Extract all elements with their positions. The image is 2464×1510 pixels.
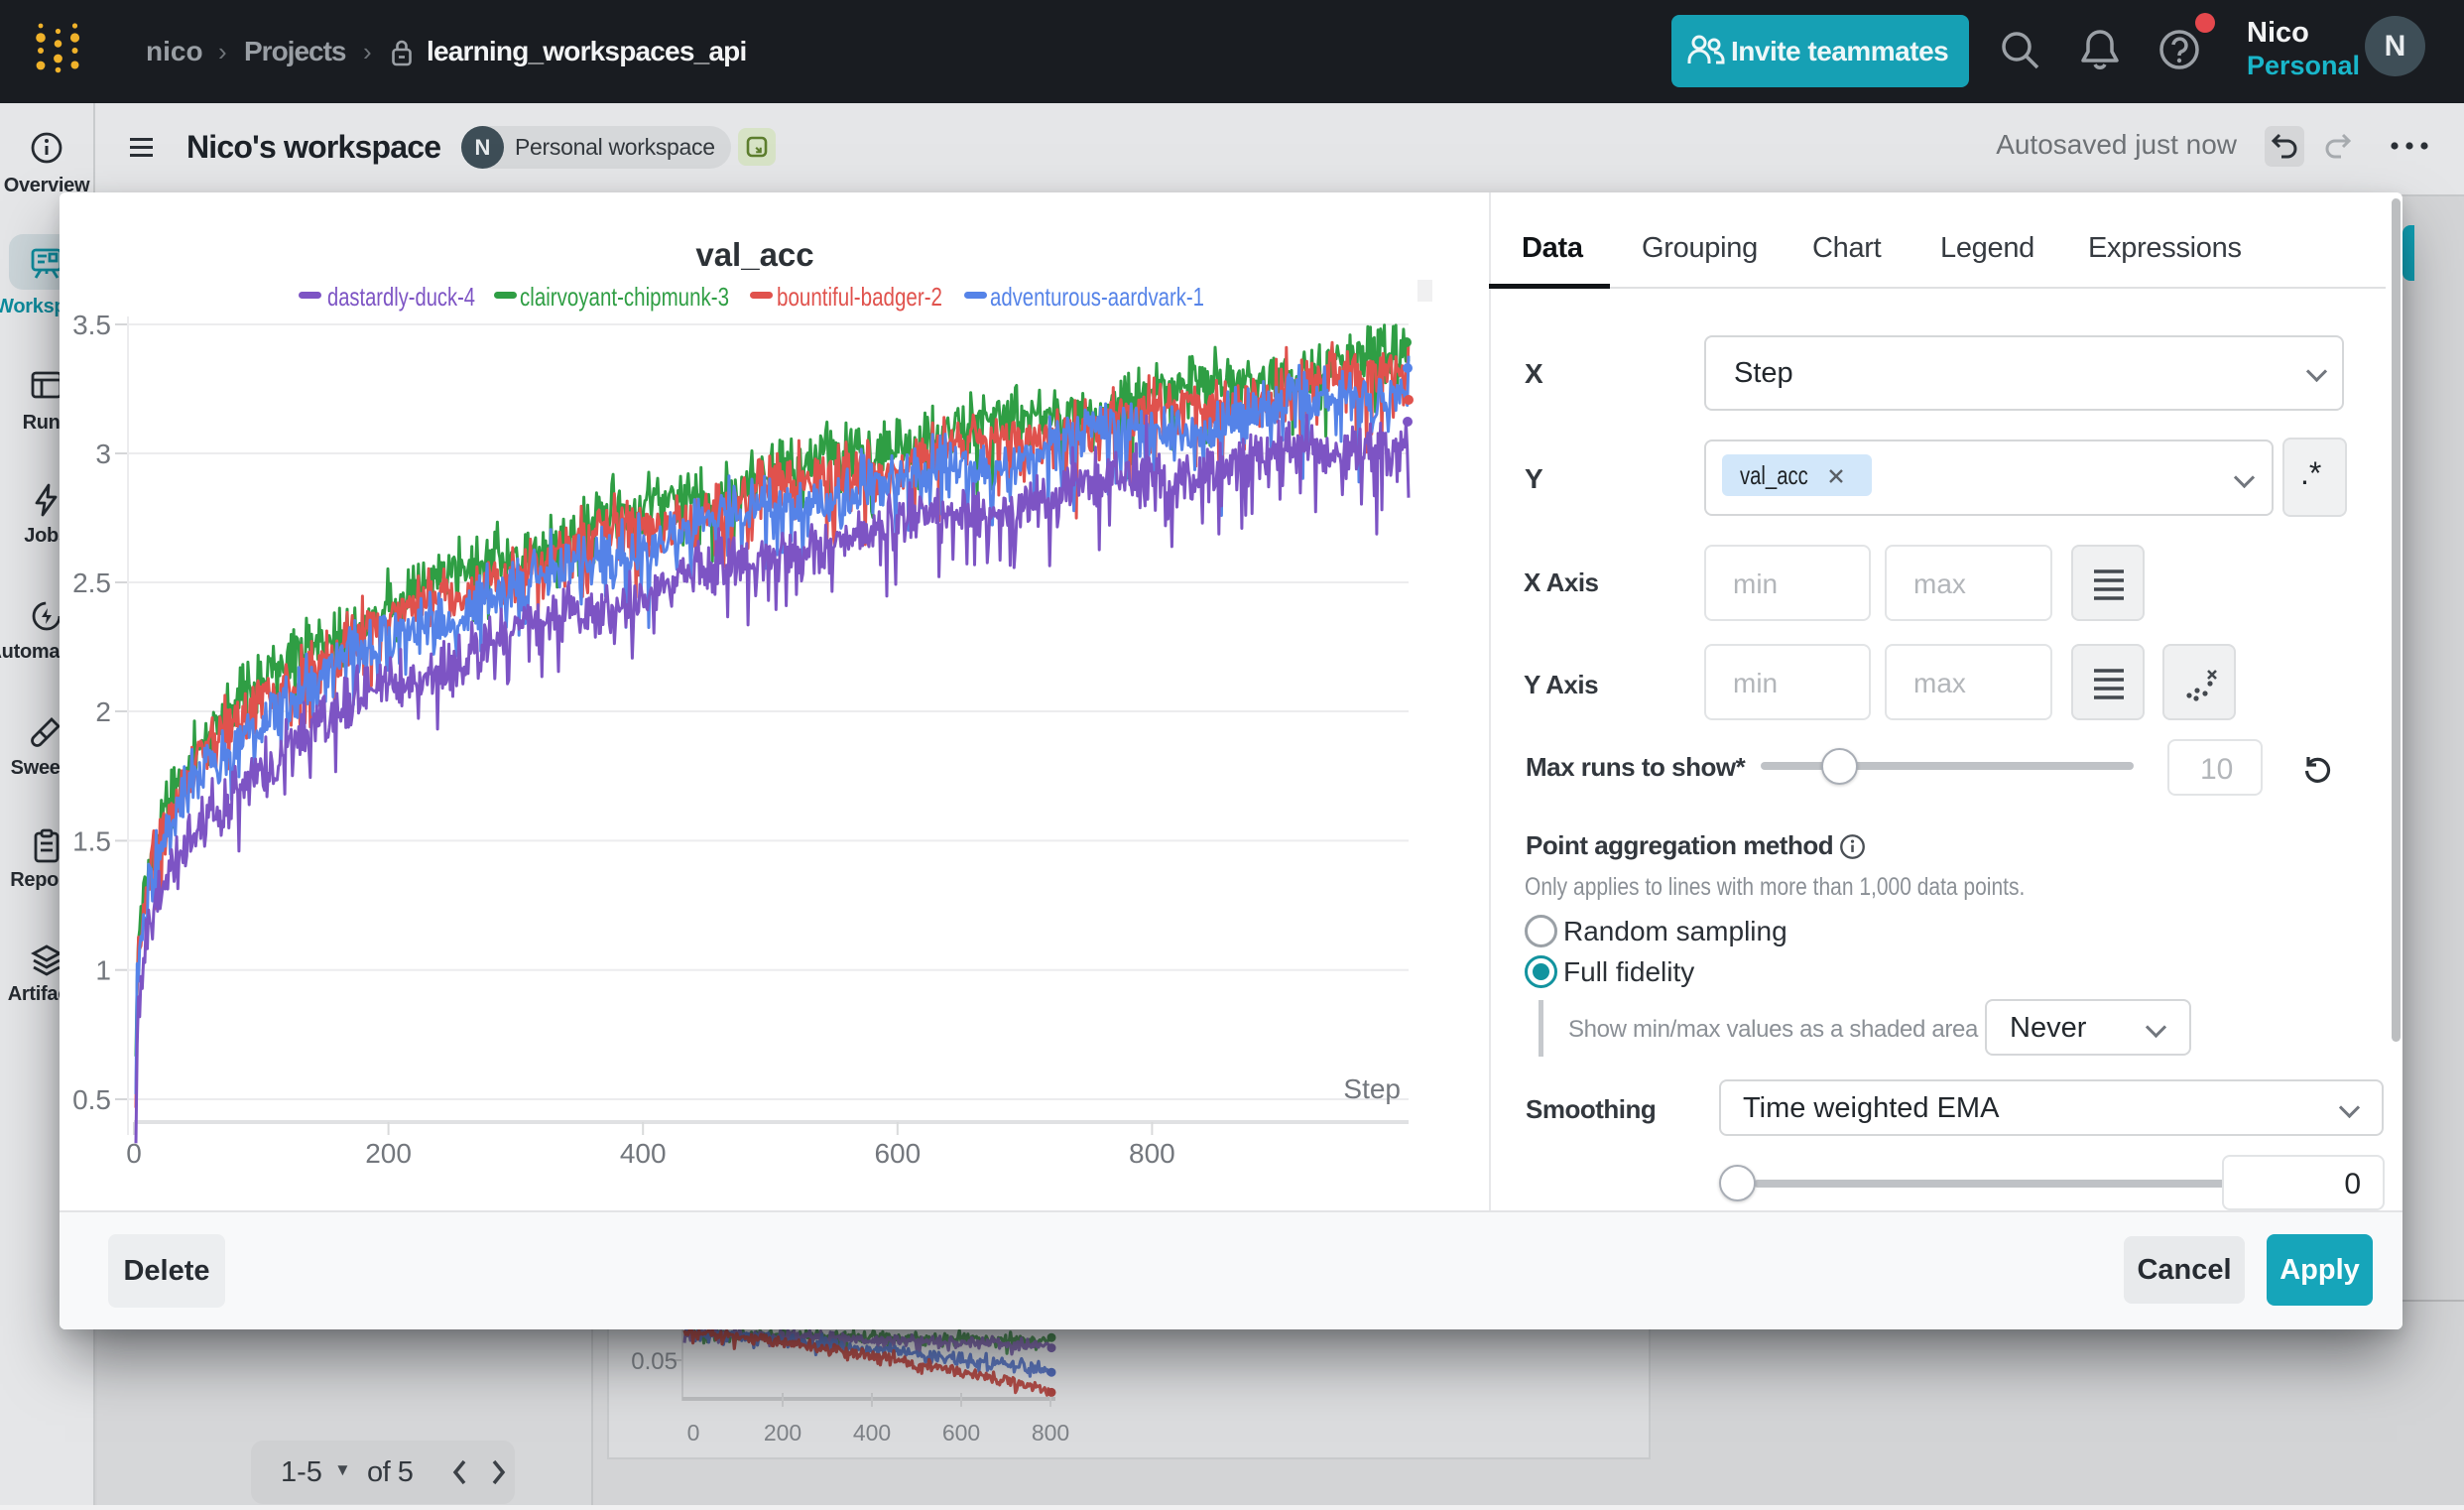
svg-text:0.5: 0.5 bbox=[72, 1084, 111, 1115]
svg-text:Step: Step bbox=[1343, 1073, 1401, 1104]
svg-text:2: 2 bbox=[95, 696, 111, 727]
svg-text:400: 400 bbox=[620, 1138, 667, 1169]
svg-text:val_acc: val_acc bbox=[695, 236, 813, 273]
svg-text:600: 600 bbox=[874, 1138, 921, 1169]
svg-text:600: 600 bbox=[942, 1420, 980, 1446]
svg-text:dastardly-duck-4: dastardly-duck-4 bbox=[327, 282, 475, 312]
svg-text:1.5: 1.5 bbox=[72, 825, 111, 856]
svg-text:0: 0 bbox=[687, 1420, 700, 1446]
svg-text:adventurous-aardvark-1: adventurous-aardvark-1 bbox=[990, 282, 1204, 312]
svg-text:3.5: 3.5 bbox=[72, 310, 111, 340]
svg-text:200: 200 bbox=[764, 1420, 801, 1446]
svg-text:200: 200 bbox=[365, 1138, 412, 1169]
svg-text:2.5: 2.5 bbox=[72, 567, 111, 598]
svg-text:0.05: 0.05 bbox=[631, 1348, 678, 1375]
svg-text:clairvoyant-chipmunk-3: clairvoyant-chipmunk-3 bbox=[520, 282, 729, 312]
svg-text:800: 800 bbox=[1129, 1138, 1175, 1169]
svg-text:bountiful-badger-2: bountiful-badger-2 bbox=[777, 282, 942, 312]
svg-text:800: 800 bbox=[1032, 1420, 1069, 1446]
svg-text:400: 400 bbox=[853, 1420, 891, 1446]
svg-text:1: 1 bbox=[95, 955, 111, 986]
svg-text:3: 3 bbox=[95, 439, 111, 469]
svg-text:0: 0 bbox=[126, 1138, 142, 1169]
